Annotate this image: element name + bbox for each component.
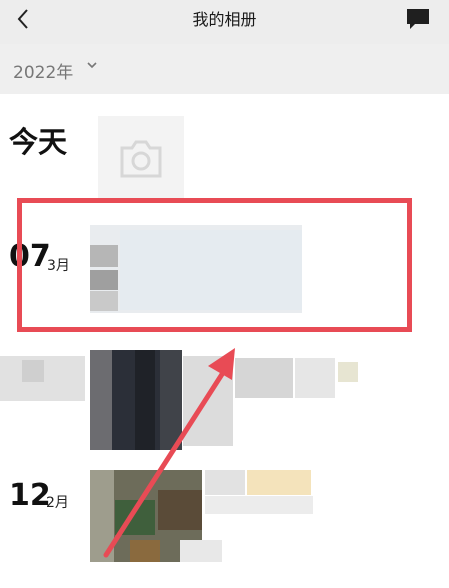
- page-title: 我的相册: [192, 10, 257, 29]
- section-title-today: 今天: [9, 125, 68, 159]
- photo-thumbnail[interactable]: [90, 470, 114, 562]
- year-filter-bar: 2022年: [0, 44, 449, 94]
- photo-thumbnail[interactable]: [247, 470, 311, 495]
- photo-thumbnail[interactable]: [90, 350, 112, 450]
- photo-thumbnail[interactable]: [235, 358, 293, 398]
- photo-thumbnail[interactable]: [205, 470, 245, 495]
- date-month: 2月: [46, 495, 69, 511]
- photo-thumbnail[interactable]: [158, 490, 202, 530]
- chevron-down-icon[interactable]: [85, 58, 99, 72]
- photo-thumbnail[interactable]: [338, 362, 358, 382]
- photo-thumbnail[interactable]: [115, 500, 155, 535]
- chat-bubble-icon[interactable]: [404, 6, 432, 32]
- photo-thumbnail[interactable]: [160, 350, 182, 450]
- photo-thumbnail[interactable]: [295, 358, 335, 398]
- photo-thumbnail[interactable]: [135, 350, 155, 450]
- photo-thumbnail[interactable]: [22, 360, 44, 382]
- date-day: 12: [9, 478, 51, 513]
- annotation-highlight-box: [17, 198, 412, 332]
- nav-header: 我的相册: [0, 0, 449, 44]
- year-filter-button[interactable]: 2022年: [13, 58, 73, 83]
- photo-thumbnail[interactable]: [130, 540, 160, 562]
- photo-thumbnail[interactable]: [205, 496, 313, 514]
- camera-icon[interactable]: [116, 136, 166, 182]
- photo-thumbnail[interactable]: [180, 540, 222, 562]
- photo-thumbnail[interactable]: [183, 356, 233, 446]
